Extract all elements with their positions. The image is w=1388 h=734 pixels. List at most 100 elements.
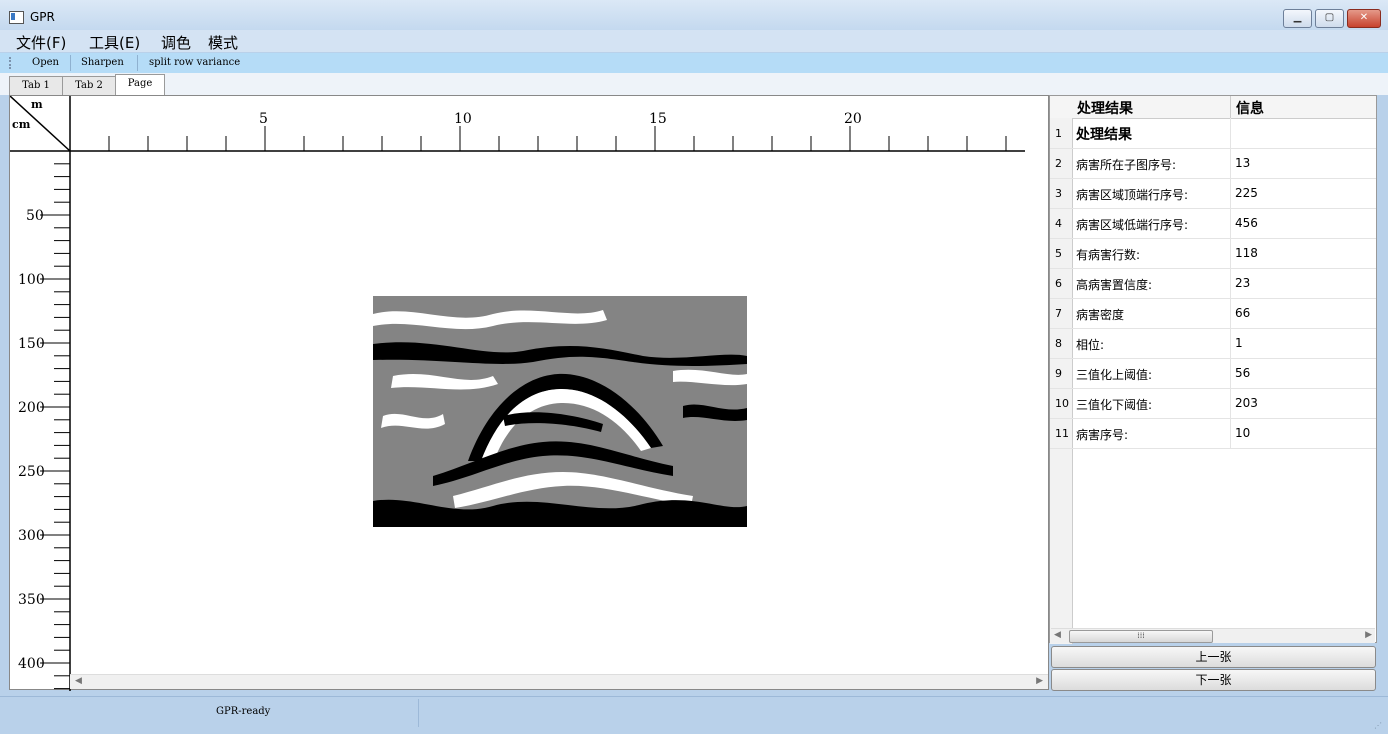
table-row[interactable]: 10 三值化下阈值: 203	[1050, 388, 1376, 419]
status-text: GPR-ready	[216, 706, 271, 717]
scroll-right-icon[interactable]: ▶	[1365, 630, 1372, 640]
table-row[interactable]: 4 病害区域低端行序号: 456	[1050, 208, 1376, 239]
ruler-label-left: 200	[18, 400, 45, 416]
ruler-unit-m: m	[31, 98, 43, 111]
row-number: 7	[1055, 307, 1062, 320]
ruler-label-left: 400	[18, 656, 45, 672]
cell-divider	[1230, 238, 1231, 268]
row-number: 3	[1055, 187, 1062, 200]
cell-divider	[1230, 298, 1231, 328]
table-row[interactable]: 6 高病害置信度: 23	[1050, 268, 1376, 299]
table-row[interactable]: 9 三值化上阈值: 56	[1050, 358, 1376, 389]
header-divider	[1230, 96, 1231, 118]
table-row[interactable]: 5 有病害行数: 118	[1050, 238, 1376, 269]
canvas-horizontal-scrollbar[interactable]: ◀ ▶	[70, 674, 1048, 689]
tab-2[interactable]: Tab 2	[62, 76, 116, 95]
sharpen-button[interactable]: Sharpen	[81, 57, 124, 68]
results-table: 处理结果 信息 1 处理结果 2 病害所在子图序号: 13 3 病害区域顶端行序号: 225 4…	[1049, 95, 1377, 644]
row-key: 病害区域低端行序号:	[1076, 218, 1189, 232]
ruler-unit-cm: cm	[12, 118, 31, 131]
cell-divider	[1230, 118, 1231, 148]
column-header-result[interactable]: 处理结果	[1077, 98, 1133, 118]
menu-color[interactable]: 调色	[161, 32, 191, 53]
app-icon	[9, 11, 24, 24]
menu-mode[interactable]: 模式	[208, 32, 238, 53]
row-number: 5	[1055, 247, 1062, 260]
row-key: 病害密度	[1076, 308, 1125, 322]
ruler-label-top: 5	[259, 111, 268, 127]
table-row[interactable]: 8 相位: 1	[1050, 328, 1376, 359]
menu-bar: 文件(F) 工具(E) 调色 模式	[0, 30, 1388, 52]
row-key: 有病害行数:	[1076, 248, 1141, 262]
previous-button[interactable]: 上一张	[1051, 646, 1376, 668]
menu-tools[interactable]: 工具(E)	[89, 32, 140, 53]
status-separator	[418, 699, 419, 727]
close-button[interactable]: ✕	[1347, 9, 1381, 28]
cell-divider	[1230, 268, 1231, 298]
resize-grip-icon[interactable]: ⋰	[1374, 721, 1382, 730]
cell-divider	[1230, 328, 1231, 358]
row-number: 4	[1055, 217, 1062, 230]
row-number: 10	[1055, 397, 1069, 410]
row-key: 三值化上阈值:	[1076, 368, 1153, 382]
row-value: 1	[1235, 336, 1243, 350]
gpr-radargram-image	[373, 296, 747, 527]
scroll-left-icon[interactable]: ◀	[75, 676, 82, 686]
ruler-label-top: 15	[649, 111, 667, 127]
maximize-button[interactable]: ▢	[1315, 9, 1344, 28]
tab-page[interactable]: Page	[115, 74, 165, 96]
cell-divider	[1230, 208, 1231, 238]
ruler-label-top: 10	[454, 111, 472, 127]
table-row[interactable]: 7 病害密度 66	[1050, 298, 1376, 329]
row-key: 病害序号:	[1076, 428, 1129, 442]
row-key: 病害所在子图序号:	[1076, 158, 1177, 172]
toolbar-grip[interactable]	[9, 57, 13, 69]
cell-divider	[1230, 358, 1231, 388]
row-number: 1	[1055, 127, 1062, 140]
row-value: 10	[1235, 426, 1251, 440]
column-header-info[interactable]: 信息	[1236, 98, 1264, 118]
row-number: 8	[1055, 337, 1062, 350]
table-horizontal-scrollbar[interactable]: ◀ ⁞⁞⁞ ▶	[1051, 628, 1375, 643]
menu-file[interactable]: 文件(F)	[16, 32, 66, 53]
image-canvas[interactable]: 5 10 15 20 50 100 150 200 250 300 350 400 m cm	[9, 95, 1049, 691]
row-number: 11	[1055, 427, 1069, 440]
cell-divider	[1230, 148, 1231, 178]
ruler-label-left: 150	[18, 336, 45, 352]
cell-divider	[1230, 178, 1231, 208]
window-title: GPR	[30, 10, 55, 24]
row-key: 三值化下阈值:	[1076, 398, 1153, 412]
tab-1[interactable]: Tab 1	[9, 76, 63, 95]
tab-bar: Tab 1 Tab 2 Page	[0, 73, 1388, 96]
ruler-label-left: 350	[18, 592, 45, 608]
scroll-right-icon[interactable]: ▶	[1036, 676, 1043, 686]
row-value: 56	[1235, 366, 1251, 380]
next-button[interactable]: 下一张	[1051, 669, 1376, 691]
title-bar: GPR ▁ ▢ ✕	[0, 0, 1388, 31]
minimize-button[interactable]: ▁	[1283, 9, 1312, 28]
ruler-label-left: 50	[26, 208, 44, 224]
scrollbar-thumb[interactable]: ⁞⁞⁞	[1069, 630, 1213, 643]
row-value: 456	[1235, 216, 1258, 230]
open-button[interactable]: Open	[32, 57, 59, 68]
split-row-variance-button[interactable]: split row variance	[149, 57, 240, 68]
cell-divider	[1230, 388, 1231, 418]
row-value: 66	[1235, 306, 1251, 320]
scroll-left-icon[interactable]: ◀	[1054, 630, 1061, 640]
toolbar: Open Sharpen split row variance	[0, 53, 1388, 74]
toolbar-separator	[70, 55, 71, 71]
toolbar-separator	[137, 55, 138, 71]
cell-divider	[1230, 418, 1231, 448]
row-key: 高病害置信度:	[1076, 278, 1153, 292]
table-row[interactable]: 1 处理结果	[1050, 118, 1376, 149]
table-row[interactable]: 11 病害序号: 10	[1050, 418, 1376, 449]
table-row[interactable]: 2 病害所在子图序号: 13	[1050, 148, 1376, 179]
row-number: 9	[1055, 367, 1062, 380]
table-row[interactable]: 3 病害区域顶端行序号: 225	[1050, 178, 1376, 209]
row-value: 225	[1235, 186, 1258, 200]
row-value: 23	[1235, 276, 1251, 290]
row-number: 6	[1055, 277, 1062, 290]
ruler-label-left: 300	[18, 528, 45, 544]
row-key: 处理结果	[1076, 127, 1132, 143]
ruler-label-left: 100	[18, 272, 45, 288]
